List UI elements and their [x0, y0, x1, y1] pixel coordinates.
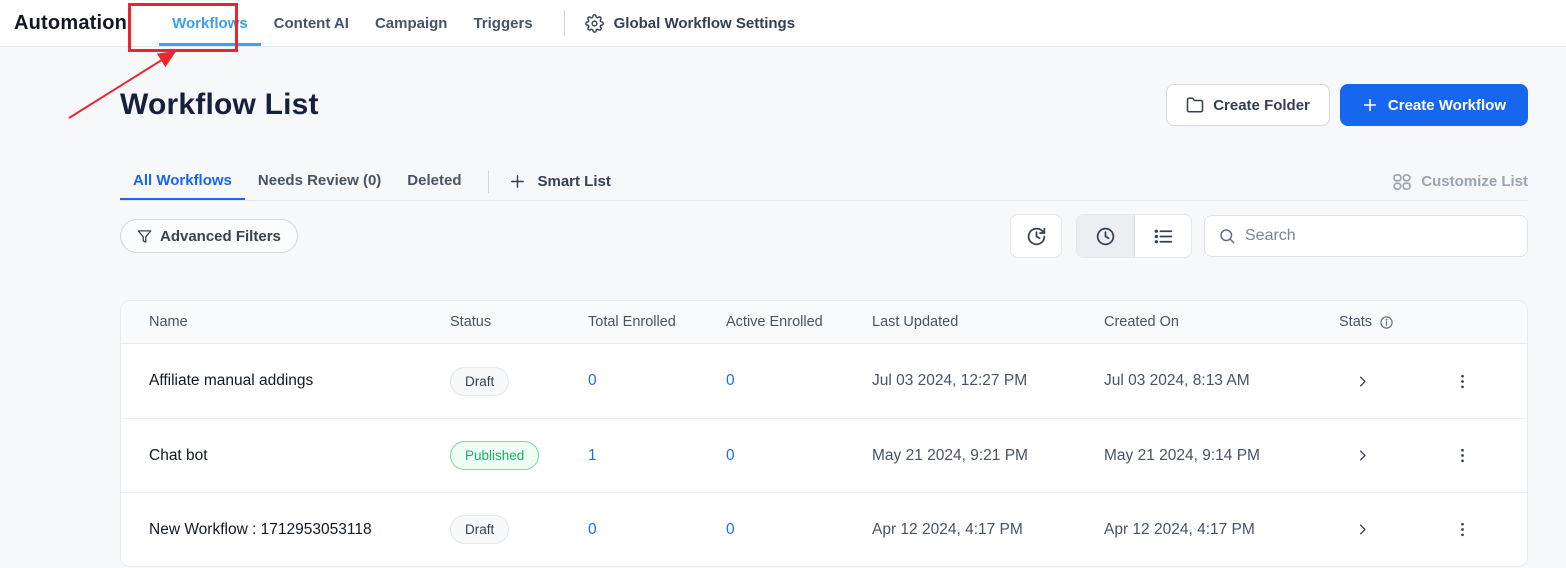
tab-needs-review[interactable]: Needs Review (0): [245, 163, 394, 200]
workflow-name[interactable]: Chat bot: [149, 447, 450, 465]
tab-all-workflows[interactable]: All Workflows: [120, 163, 245, 200]
advanced-filters-label: Advanced Filters: [160, 228, 281, 245]
view-toggle: [1076, 214, 1192, 258]
status-badge: Draft: [450, 515, 509, 544]
active-enrolled-link[interactable]: 0: [726, 521, 735, 539]
enrollment-history-button[interactable]: [1010, 214, 1062, 258]
kebab-menu-icon[interactable]: [1454, 373, 1471, 390]
search-icon: [1218, 227, 1236, 245]
customize-list-button[interactable]: Customize List: [1392, 163, 1528, 200]
folder-icon: [1186, 96, 1204, 114]
global-workflow-settings-label: Global Workflow Settings: [614, 15, 795, 32]
create-folder-button[interactable]: Create Folder: [1166, 84, 1330, 126]
table-row: New Workflow : 1712953053118 Draft 0 0 A…: [121, 492, 1527, 566]
last-updated-value: May 21 2024, 9:21 PM: [872, 447, 1104, 465]
search-field[interactable]: [1204, 215, 1528, 257]
total-enrolled-link[interactable]: 0: [588, 372, 597, 390]
active-enrolled-link[interactable]: 0: [726, 372, 735, 390]
total-enrolled-link[interactable]: 0: [588, 521, 597, 539]
app-title: Automation: [14, 12, 127, 35]
nav-tab-triggers[interactable]: Triggers: [460, 3, 545, 46]
tab-divider: [488, 171, 489, 193]
top-nav-tabs: Workflows Content AI Campaign Triggers: [159, 0, 546, 46]
active-enrolled-link[interactable]: 0: [726, 447, 735, 465]
create-workflow-button[interactable]: Create Workflow: [1340, 84, 1528, 126]
col-header-name: Name: [149, 314, 450, 330]
customize-list-label: Customize List: [1421, 173, 1528, 190]
col-header-total-enrolled: Total Enrolled: [588, 314, 726, 330]
col-header-status: Status: [450, 314, 588, 330]
status-badge: Published: [450, 441, 539, 470]
create-workflow-label: Create Workflow: [1388, 97, 1506, 114]
clock-history-icon: [1026, 226, 1047, 247]
created-on-value: Jul 03 2024, 8:13 AM: [1104, 372, 1339, 390]
search-input[interactable]: [1245, 227, 1514, 245]
workflow-list-tabs: All Workflows Needs Review (0) Deleted S…: [120, 163, 1528, 201]
advanced-filters-button[interactable]: Advanced Filters: [120, 219, 298, 253]
workflow-name[interactable]: New Workflow : 1712953053118: [149, 521, 450, 539]
nav-tab-workflows[interactable]: Workflows: [159, 3, 261, 46]
last-updated-value: Jul 03 2024, 12:27 PM: [872, 372, 1104, 390]
table-row: Affiliate manual addings Draft 0 0 Jul 0…: [121, 344, 1527, 418]
plus-icon: [509, 173, 526, 190]
smart-list-label: Smart List: [537, 173, 610, 190]
total-enrolled-link[interactable]: 1: [588, 447, 597, 465]
col-header-created-on: Created On: [1104, 314, 1339, 330]
clock-icon: [1095, 226, 1116, 247]
tab-deleted[interactable]: Deleted: [394, 163, 474, 200]
chevron-right-icon[interactable]: [1355, 374, 1370, 389]
list-controls: Advanced Filters: [120, 214, 1528, 258]
list-icon: [1153, 226, 1174, 247]
table-header-row: Name Status Total Enrolled Active Enroll…: [121, 301, 1527, 344]
create-folder-label: Create Folder: [1213, 97, 1310, 114]
col-header-last-updated: Last Updated: [872, 314, 1104, 330]
list-view-button[interactable]: [1134, 215, 1191, 257]
last-updated-value: Apr 12 2024, 4:17 PM: [872, 521, 1104, 539]
workflow-name[interactable]: Affiliate manual addings: [149, 372, 450, 390]
funnel-icon: [137, 229, 152, 244]
status-badge: Draft: [450, 367, 509, 396]
created-on-value: Apr 12 2024, 4:17 PM: [1104, 521, 1339, 539]
top-nav: Automation Workflows Content AI Campaign…: [0, 0, 1566, 47]
plus-icon: [1362, 97, 1378, 113]
chevron-right-icon[interactable]: [1355, 448, 1370, 463]
time-view-button[interactable]: [1077, 215, 1134, 257]
info-icon[interactable]: [1379, 315, 1394, 330]
col-header-stats: Stats: [1339, 314, 1372, 330]
nav-tab-content-ai[interactable]: Content AI: [261, 3, 362, 46]
kebab-menu-icon[interactable]: [1454, 521, 1471, 538]
created-on-value: May 21 2024, 9:14 PM: [1104, 447, 1339, 465]
page-title: Workflow List: [120, 88, 319, 122]
chevron-right-icon[interactable]: [1355, 522, 1370, 537]
gear-icon: [585, 14, 604, 33]
nav-divider: [564, 10, 565, 36]
kebab-menu-icon[interactable]: [1454, 447, 1471, 464]
global-workflow-settings-button[interactable]: Global Workflow Settings: [585, 0, 795, 46]
col-header-active-enrolled: Active Enrolled: [726, 314, 872, 330]
nav-tab-campaign[interactable]: Campaign: [362, 3, 461, 46]
table-row: Chat bot Published 1 0 May 21 2024, 9:21…: [121, 418, 1527, 492]
workflow-table: Name Status Total Enrolled Active Enroll…: [120, 300, 1528, 567]
toggles-icon: [1392, 172, 1412, 192]
page-header: Workflow List Create Folder Create Workf…: [120, 84, 1528, 126]
smart-list-button[interactable]: Smart List: [503, 163, 616, 200]
